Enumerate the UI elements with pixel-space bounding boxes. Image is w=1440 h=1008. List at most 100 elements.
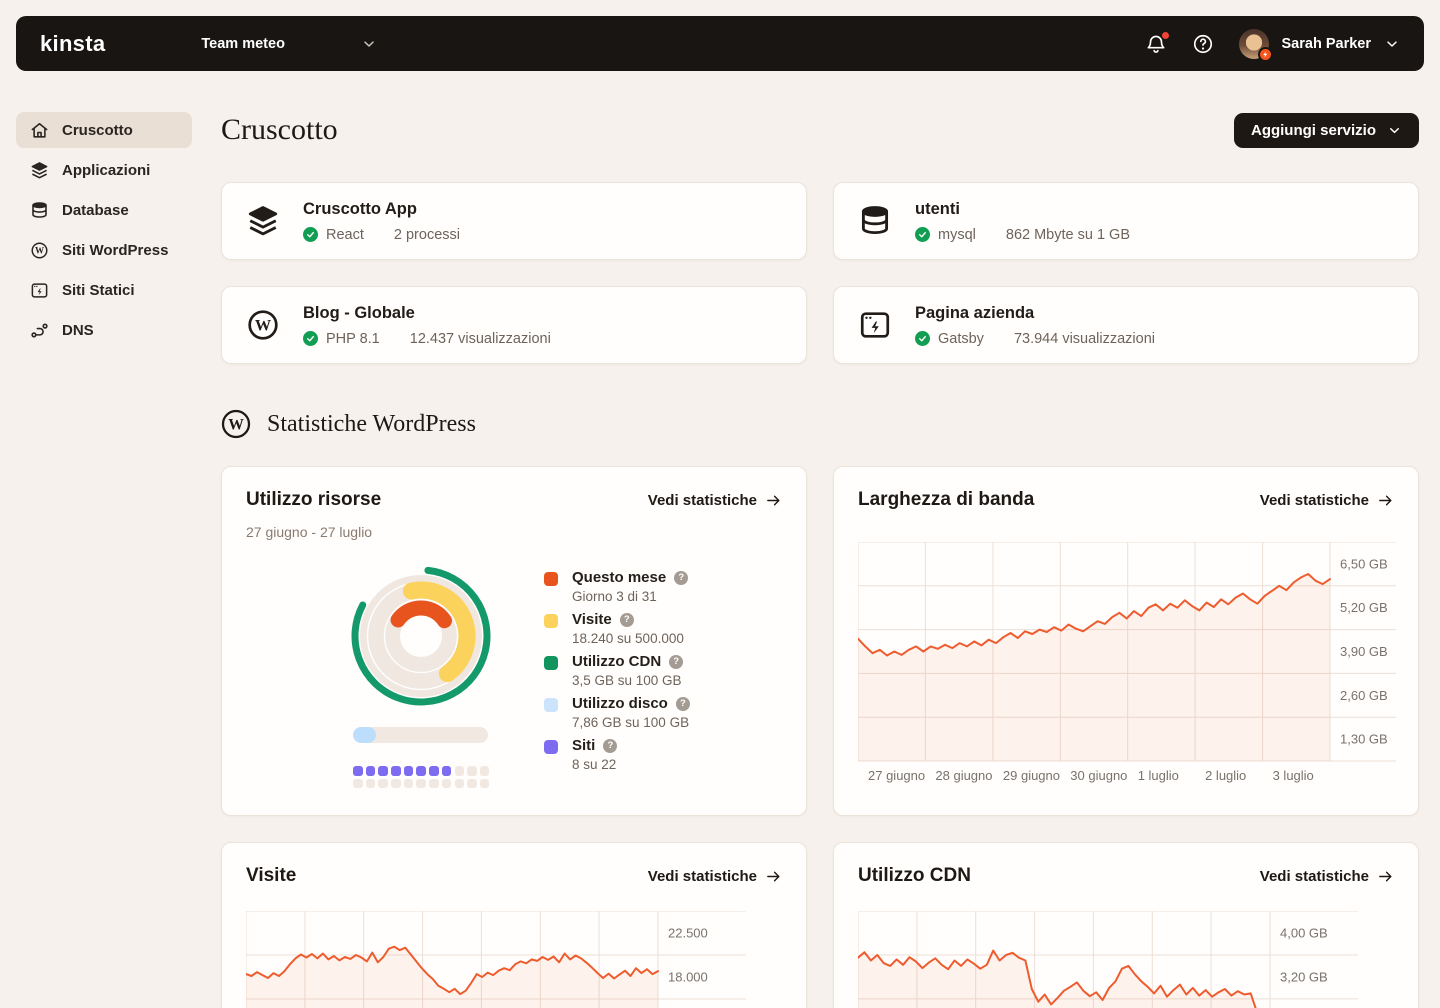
dns-icon — [30, 321, 49, 340]
svg-text:W: W — [228, 417, 244, 434]
sidebar-item-label: Database — [62, 202, 129, 219]
svg-text:30 giugno: 30 giugno — [1070, 768, 1127, 783]
sidebar-item-applicazioni[interactable]: Applicazioni — [16, 152, 192, 188]
sidebar-item-label: DNS — [62, 322, 94, 339]
svg-text:3 luglio: 3 luglio — [1273, 768, 1314, 783]
card-header: Visite Vedi statistiche — [246, 865, 782, 887]
view-stats-label: Vedi statistiche — [648, 492, 757, 509]
view-stats-label: Vedi statistiche — [1260, 492, 1369, 509]
service-card-utenti[interactable]: utenti mysql 862 Mbyte su 1 GB — [833, 182, 1419, 260]
legend-item-utilizzo-disco: Utilizzo disco? 7,86 GB su 100 GB — [544, 695, 690, 730]
avatar-lightning-badge — [1258, 47, 1273, 62]
service-meta: React 2 processi — [303, 227, 460, 243]
user-menu[interactable]: Sarah Parker — [1239, 29, 1400, 59]
view-stats-link[interactable]: Vedi statistiche — [648, 492, 782, 509]
disk-usage-bar — [353, 727, 488, 743]
legend-label: Utilizzo CDN — [572, 653, 661, 670]
legend-value: 3,5 GB su 100 GB — [572, 673, 683, 688]
help-icon[interactable]: ? — [674, 571, 688, 585]
help-icon[interactable]: ? — [620, 613, 634, 627]
service-meta: mysql 862 Mbyte su 1 GB — [915, 227, 1130, 243]
view-stats-label: Vedi statistiche — [1260, 868, 1369, 885]
service-card-blog-globale[interactable]: W Blog - Globale PHP 8.1 12.437 visualiz… — [221, 286, 807, 364]
legend-value: 18.240 su 500.000 — [572, 631, 684, 646]
sidebar: Cruscotto Applicazioni Database W Siti W… — [16, 112, 192, 348]
team-selector[interactable]: Team meteo — [201, 36, 377, 52]
disk-usage-fill — [353, 727, 376, 743]
chevron-down-icon — [1387, 123, 1402, 138]
service-title: Cruscotto App — [303, 200, 460, 219]
svg-text:27 giugno: 27 giugno — [868, 768, 925, 783]
legend-swatch — [544, 572, 558, 586]
wordpress-icon: W — [221, 409, 251, 439]
help-button[interactable] — [1192, 33, 1214, 55]
sidebar-item-siti-wordpress[interactable]: W Siti WordPress — [16, 232, 192, 268]
site-dot-empty — [455, 766, 465, 776]
help-icon[interactable]: ? — [669, 655, 683, 669]
stats-grid-bottom: Visite Vedi statistiche 22.50018.000 Uti… — [221, 842, 1419, 1008]
legend-swatch — [544, 740, 558, 754]
service-card-cruscotto-app[interactable]: Cruscotto App React 2 processi — [221, 182, 807, 260]
chevron-down-icon — [361, 36, 377, 52]
site-dot-filled — [416, 766, 426, 776]
bandwidth-card: Larghezza di banda Vedi statistiche 6,50… — [833, 466, 1419, 816]
legend-swatch — [544, 656, 558, 670]
sidebar-item-cruscotto[interactable]: Cruscotto — [16, 112, 192, 148]
service-title: Pagina azienda — [915, 304, 1155, 323]
card-header: Utilizzo CDN Vedi statistiche — [858, 865, 1394, 887]
site-dot-filled — [429, 766, 439, 776]
arrow-right-icon — [765, 492, 782, 509]
site-dot-filled — [391, 766, 401, 776]
service-card-pagina-azienda[interactable]: Pagina azienda Gatsby 73.944 visualizzaz… — [833, 286, 1419, 364]
service-detail: 862 Mbyte su 1 GB — [1006, 227, 1130, 243]
sidebar-item-siti-statici[interactable]: Siti Statici — [16, 272, 192, 308]
status-check-icon — [915, 331, 930, 346]
service-detail: 2 processi — [394, 227, 460, 243]
sidebar-item-dns[interactable]: DNS — [16, 312, 192, 348]
site-dot-empty — [467, 766, 477, 776]
service-detail: 73.944 visualizzazioni — [1014, 331, 1155, 347]
view-stats-link[interactable]: Vedi statistiche — [648, 868, 782, 885]
user-name: Sarah Parker — [1282, 36, 1371, 52]
help-icon[interactable]: ? — [676, 697, 690, 711]
legend-value: Giorno 3 di 31 — [572, 589, 688, 604]
svg-text:3,20 GB: 3,20 GB — [1280, 969, 1328, 984]
resource-legend: Questo mese? Giorno 3 di 31 Visite? 18.2… — [544, 569, 690, 772]
sidebar-item-database[interactable]: Database — [16, 192, 192, 228]
status-check-icon — [303, 331, 318, 346]
site-dot-empty — [480, 766, 490, 776]
database-icon — [858, 204, 892, 238]
svg-text:22.500: 22.500 — [668, 926, 708, 941]
svg-text:5,20 GB: 5,20 GB — [1340, 600, 1388, 615]
lightning-icon — [1262, 51, 1269, 58]
cdn-chart: 4,00 GB 3,20 GB — [858, 911, 1362, 1008]
view-stats-link[interactable]: Vedi statistiche — [1260, 868, 1394, 885]
wordpress-icon: W — [30, 241, 49, 260]
svg-text:4,00 GB: 4,00 GB — [1280, 926, 1328, 941]
sidebar-item-label: Siti Statici — [62, 282, 135, 299]
kinsta-logo[interactable]: kinsta — [40, 31, 105, 57]
view-stats-link[interactable]: Vedi statistiche — [1260, 492, 1394, 509]
svg-text:W: W — [35, 245, 44, 255]
team-selector-label: Team meteo — [201, 36, 285, 52]
resource-donut-chart — [346, 561, 496, 711]
service-detail: 12.437 visualizzazioni — [410, 331, 551, 347]
site-dot-empty — [366, 779, 376, 789]
card-title: Visite — [246, 865, 296, 887]
add-service-button[interactable]: Aggiungi servizio — [1234, 113, 1419, 148]
legend-swatch — [544, 614, 558, 628]
site-dot-empty — [480, 779, 490, 789]
svg-text:6,50 GB: 6,50 GB — [1340, 556, 1388, 571]
section-title: Statistiche WordPress — [267, 411, 476, 438]
service-meta: PHP 8.1 12.437 visualizzazioni — [303, 331, 551, 347]
legend-label: Visite — [572, 611, 612, 628]
database-icon — [30, 201, 49, 220]
card-title: Larghezza di banda — [858, 489, 1034, 511]
notifications-button[interactable] — [1145, 33, 1167, 55]
view-stats-label: Vedi statistiche — [648, 868, 757, 885]
site-dot-empty — [467, 779, 477, 789]
help-icon — [1192, 33, 1214, 55]
help-icon[interactable]: ? — [603, 739, 617, 753]
svg-text:3,90 GB: 3,90 GB — [1340, 644, 1388, 659]
card-header: Utilizzo risorse Vedi statistiche — [246, 489, 782, 511]
